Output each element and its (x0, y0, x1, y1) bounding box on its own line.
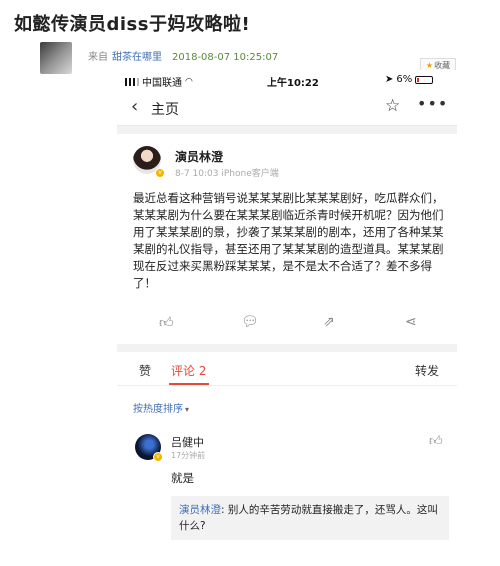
status-right: ➤ 6% (385, 74, 434, 85)
active-tab-indicator (169, 383, 209, 385)
phone-screenshot: 中国联通 ◠ 上午10:22 ➤ 6% ‹ 主页 ☆ ••• v 演员林澄 8-… (117, 70, 457, 566)
article-title: 如懿传演员diss于妈攻略啦! (14, 14, 251, 35)
article-meta: 来自 甜茶在哪里 2018-08-07 10:25:07 (88, 48, 278, 63)
post-action-bar: 👍︎ 💬︎ ⇗ ⋖ (117, 310, 457, 338)
location-icon: ➤ (385, 74, 394, 85)
reply-author-link[interactable]: 演员林澄 (179, 504, 221, 516)
signal-icon (125, 77, 139, 86)
share-network-icon[interactable]: ⋖ (405, 314, 417, 330)
comment-time: 17分钟前 (171, 451, 206, 460)
back-to-home-link[interactable]: 主页 (151, 99, 179, 119)
comment-text: 就是 (171, 471, 194, 485)
post-text: 最近总看这种营销号说某某某剧比某某某剧好，吃瓜群众们，某某某剧为什么要在某某某剧… (133, 191, 444, 290)
battery-icon (415, 75, 434, 84)
sort-dropdown[interactable]: 按热度排序 ▾ (133, 400, 189, 415)
source-label: 来自 (88, 52, 108, 63)
nav-bar: ‹ 主页 ☆ ••• (117, 90, 457, 126)
verified-badge-icon: v (155, 168, 165, 178)
favorite-star-icon: ★ (425, 60, 434, 70)
like-thumb-icon[interactable]: 👍︎ (159, 314, 174, 331)
verified-badge-icon: v (153, 452, 163, 462)
status-left: 中国联通 ◠ (125, 74, 193, 89)
carrier-name: 中国联通 (142, 78, 182, 89)
tabs-bar: 赞 评论 2 转发 (117, 352, 457, 386)
comment-bubble-icon[interactable]: 💬︎ (241, 314, 259, 330)
tab-like[interactable]: 赞 (139, 362, 151, 379)
sort-caret-icon: ▾ (185, 405, 190, 414)
battery-percent: 6% (396, 74, 413, 85)
share-out-icon[interactable]: ⇗ (323, 314, 335, 330)
comments-area: 按热度排序 ▾ v 吕健中 17分钟前 👍︎ 就是 演员林澄: 别人的辛苦劳动就直… (117, 386, 457, 566)
commenter-name[interactable]: 吕健中 (171, 434, 204, 450)
back-chevron-icon[interactable]: ‹ (131, 96, 138, 117)
author-avatar[interactable] (40, 42, 72, 74)
star-icon[interactable]: ☆ (385, 96, 400, 116)
more-icon[interactable]: ••• (417, 94, 448, 113)
source-name-link[interactable]: 甜茶在哪里 (112, 52, 162, 63)
tab-repost[interactable]: 转发 (415, 362, 439, 379)
favorite-label: 收藏 (434, 60, 451, 70)
comment-like-icon[interactable]: 👍︎ (429, 434, 443, 449)
poster-name[interactable]: 演员林澄 (175, 148, 223, 165)
status-bar: 中国联通 ◠ 上午10:22 ➤ 6% (117, 70, 457, 90)
publish-time: 2018-08-07 10:25:07 (172, 52, 279, 63)
tab-comment[interactable]: 评论 2 (171, 362, 206, 379)
reply-box[interactable]: 演员林澄: 别人的辛苦劳动就直接搬走了，还骂人。这叫什么? (171, 496, 449, 540)
sort-label: 按热度排序 (133, 404, 183, 415)
wifi-icon: ◠ (185, 76, 193, 87)
post-meta: 8-7 10:03 iPhone客户端 (175, 169, 279, 179)
status-time: 上午10:22 (267, 78, 319, 89)
post-card: v 演员林澄 8-7 10:03 iPhone客户端 最近总看这种营销号说某某某… (117, 134, 457, 344)
